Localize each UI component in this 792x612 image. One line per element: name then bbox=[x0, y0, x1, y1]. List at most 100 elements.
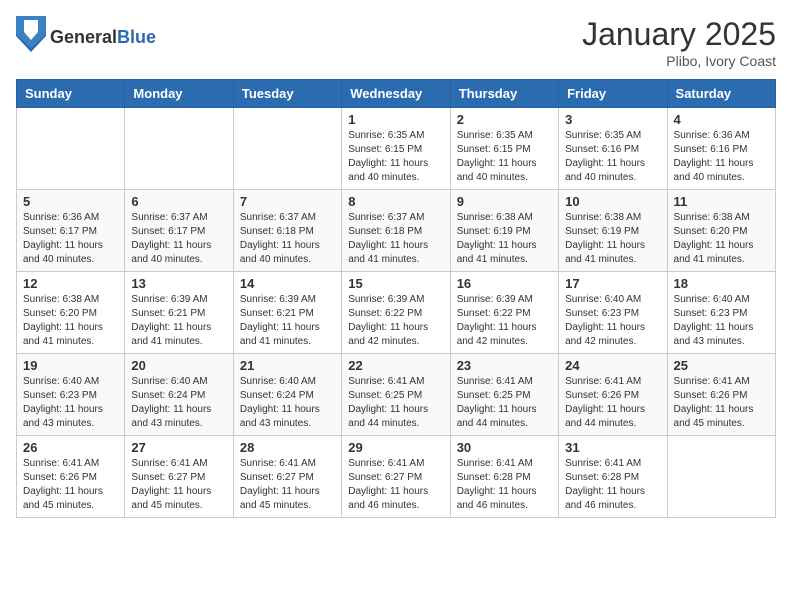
calendar-cell bbox=[233, 108, 341, 190]
day-number: 28 bbox=[240, 440, 335, 455]
day-number: 24 bbox=[565, 358, 660, 373]
day-info: Sunrise: 6:36 AMSunset: 6:17 PMDaylight:… bbox=[23, 211, 118, 267]
day-info: Sunrise: 6:41 AMSunset: 6:26 PMDaylight:… bbox=[674, 375, 769, 431]
calendar-cell: 16 Sunrise: 6:39 AMSunset: 6:22 PMDaylig… bbox=[450, 272, 558, 354]
day-number: 10 bbox=[565, 194, 660, 209]
day-info: Sunrise: 6:35 AMSunset: 6:15 PMDaylight:… bbox=[348, 129, 443, 185]
calendar-cell: 2 Sunrise: 6:35 AMSunset: 6:15 PMDayligh… bbox=[450, 108, 558, 190]
day-number: 17 bbox=[565, 276, 660, 291]
day-info: Sunrise: 6:41 AMSunset: 6:25 PMDaylight:… bbox=[457, 375, 552, 431]
day-info: Sunrise: 6:41 AMSunset: 6:25 PMDaylight:… bbox=[348, 375, 443, 431]
day-number: 5 bbox=[23, 194, 118, 209]
calendar-cell: 27 Sunrise: 6:41 AMSunset: 6:27 PMDaylig… bbox=[125, 436, 233, 518]
day-number: 9 bbox=[457, 194, 552, 209]
weekday-header: Saturday bbox=[667, 80, 775, 108]
day-number: 11 bbox=[674, 194, 769, 209]
day-info: Sunrise: 6:37 AMSunset: 6:18 PMDaylight:… bbox=[348, 211, 443, 267]
calendar-cell: 5 Sunrise: 6:36 AMSunset: 6:17 PMDayligh… bbox=[17, 190, 125, 272]
calendar-cell: 31 Sunrise: 6:41 AMSunset: 6:28 PMDaylig… bbox=[559, 436, 667, 518]
calendar-week-row: 12 Sunrise: 6:38 AMSunset: 6:20 PMDaylig… bbox=[17, 272, 776, 354]
day-info: Sunrise: 6:38 AMSunset: 6:19 PMDaylight:… bbox=[457, 211, 552, 267]
calendar-cell: 7 Sunrise: 6:37 AMSunset: 6:18 PMDayligh… bbox=[233, 190, 341, 272]
day-info: Sunrise: 6:41 AMSunset: 6:26 PMDaylight:… bbox=[23, 457, 118, 513]
calendar-week-row: 19 Sunrise: 6:40 AMSunset: 6:23 PMDaylig… bbox=[17, 354, 776, 436]
day-number: 30 bbox=[457, 440, 552, 455]
calendar-table: SundayMondayTuesdayWednesdayThursdayFrid… bbox=[16, 79, 776, 518]
calendar-cell: 9 Sunrise: 6:38 AMSunset: 6:19 PMDayligh… bbox=[450, 190, 558, 272]
calendar-cell: 25 Sunrise: 6:41 AMSunset: 6:26 PMDaylig… bbox=[667, 354, 775, 436]
day-info: Sunrise: 6:39 AMSunset: 6:21 PMDaylight:… bbox=[240, 293, 335, 349]
logo: General Blue bbox=[16, 16, 156, 57]
calendar-cell: 23 Sunrise: 6:41 AMSunset: 6:25 PMDaylig… bbox=[450, 354, 558, 436]
logo-blue: Blue bbox=[117, 28, 156, 46]
day-number: 8 bbox=[348, 194, 443, 209]
calendar-cell bbox=[17, 108, 125, 190]
page-header: General Blue January 2025 Plibo, Ivory C… bbox=[16, 16, 776, 69]
month-title: January 2025 bbox=[582, 16, 776, 53]
day-number: 20 bbox=[131, 358, 226, 373]
day-number: 14 bbox=[240, 276, 335, 291]
day-number: 23 bbox=[457, 358, 552, 373]
day-info: Sunrise: 6:41 AMSunset: 6:27 PMDaylight:… bbox=[131, 457, 226, 513]
day-info: Sunrise: 6:39 AMSunset: 6:21 PMDaylight:… bbox=[131, 293, 226, 349]
calendar-cell: 18 Sunrise: 6:40 AMSunset: 6:23 PMDaylig… bbox=[667, 272, 775, 354]
weekday-header: Monday bbox=[125, 80, 233, 108]
day-info: Sunrise: 6:37 AMSunset: 6:18 PMDaylight:… bbox=[240, 211, 335, 267]
calendar-cell bbox=[667, 436, 775, 518]
day-number: 25 bbox=[674, 358, 769, 373]
day-number: 27 bbox=[131, 440, 226, 455]
calendar-cell: 6 Sunrise: 6:37 AMSunset: 6:17 PMDayligh… bbox=[125, 190, 233, 272]
day-number: 3 bbox=[565, 112, 660, 127]
calendar-week-row: 5 Sunrise: 6:36 AMSunset: 6:17 PMDayligh… bbox=[17, 190, 776, 272]
day-info: Sunrise: 6:38 AMSunset: 6:19 PMDaylight:… bbox=[565, 211, 660, 267]
day-number: 1 bbox=[348, 112, 443, 127]
weekday-header: Thursday bbox=[450, 80, 558, 108]
day-info: Sunrise: 6:36 AMSunset: 6:16 PMDaylight:… bbox=[674, 129, 769, 185]
day-info: Sunrise: 6:40 AMSunset: 6:24 PMDaylight:… bbox=[240, 375, 335, 431]
day-number: 16 bbox=[457, 276, 552, 291]
day-number: 29 bbox=[348, 440, 443, 455]
day-info: Sunrise: 6:35 AMSunset: 6:16 PMDaylight:… bbox=[565, 129, 660, 185]
calendar-cell: 14 Sunrise: 6:39 AMSunset: 6:21 PMDaylig… bbox=[233, 272, 341, 354]
calendar-cell: 10 Sunrise: 6:38 AMSunset: 6:19 PMDaylig… bbox=[559, 190, 667, 272]
day-info: Sunrise: 6:39 AMSunset: 6:22 PMDaylight:… bbox=[348, 293, 443, 349]
calendar-cell: 21 Sunrise: 6:40 AMSunset: 6:24 PMDaylig… bbox=[233, 354, 341, 436]
location: Plibo, Ivory Coast bbox=[582, 53, 776, 69]
day-info: Sunrise: 6:40 AMSunset: 6:24 PMDaylight:… bbox=[131, 375, 226, 431]
day-info: Sunrise: 6:41 AMSunset: 6:27 PMDaylight:… bbox=[240, 457, 335, 513]
day-number: 22 bbox=[348, 358, 443, 373]
day-info: Sunrise: 6:40 AMSunset: 6:23 PMDaylight:… bbox=[23, 375, 118, 431]
calendar-cell: 15 Sunrise: 6:39 AMSunset: 6:22 PMDaylig… bbox=[342, 272, 450, 354]
day-number: 19 bbox=[23, 358, 118, 373]
calendar-cell: 30 Sunrise: 6:41 AMSunset: 6:28 PMDaylig… bbox=[450, 436, 558, 518]
calendar-week-row: 1 Sunrise: 6:35 AMSunset: 6:15 PMDayligh… bbox=[17, 108, 776, 190]
day-info: Sunrise: 6:39 AMSunset: 6:22 PMDaylight:… bbox=[457, 293, 552, 349]
calendar-cell: 20 Sunrise: 6:40 AMSunset: 6:24 PMDaylig… bbox=[125, 354, 233, 436]
day-info: Sunrise: 6:40 AMSunset: 6:23 PMDaylight:… bbox=[674, 293, 769, 349]
day-info: Sunrise: 6:35 AMSunset: 6:15 PMDaylight:… bbox=[457, 129, 552, 185]
title-area: January 2025 Plibo, Ivory Coast bbox=[582, 16, 776, 69]
calendar-cell: 3 Sunrise: 6:35 AMSunset: 6:16 PMDayligh… bbox=[559, 108, 667, 190]
day-number: 13 bbox=[131, 276, 226, 291]
day-number: 4 bbox=[674, 112, 769, 127]
calendar-cell: 8 Sunrise: 6:37 AMSunset: 6:18 PMDayligh… bbox=[342, 190, 450, 272]
calendar-cell bbox=[125, 108, 233, 190]
calendar-cell: 1 Sunrise: 6:35 AMSunset: 6:15 PMDayligh… bbox=[342, 108, 450, 190]
day-number: 12 bbox=[23, 276, 118, 291]
day-info: Sunrise: 6:41 AMSunset: 6:27 PMDaylight:… bbox=[348, 457, 443, 513]
day-number: 31 bbox=[565, 440, 660, 455]
calendar-cell: 17 Sunrise: 6:40 AMSunset: 6:23 PMDaylig… bbox=[559, 272, 667, 354]
calendar-cell: 28 Sunrise: 6:41 AMSunset: 6:27 PMDaylig… bbox=[233, 436, 341, 518]
day-info: Sunrise: 6:41 AMSunset: 6:28 PMDaylight:… bbox=[565, 457, 660, 513]
calendar-cell: 19 Sunrise: 6:40 AMSunset: 6:23 PMDaylig… bbox=[17, 354, 125, 436]
weekday-header: Wednesday bbox=[342, 80, 450, 108]
weekday-header: Sunday bbox=[17, 80, 125, 108]
logo-text: General Blue bbox=[50, 28, 156, 46]
calendar-cell: 4 Sunrise: 6:36 AMSunset: 6:16 PMDayligh… bbox=[667, 108, 775, 190]
weekday-header: Tuesday bbox=[233, 80, 341, 108]
calendar-cell: 13 Sunrise: 6:39 AMSunset: 6:21 PMDaylig… bbox=[125, 272, 233, 354]
calendar-week-row: 26 Sunrise: 6:41 AMSunset: 6:26 PMDaylig… bbox=[17, 436, 776, 518]
day-number: 26 bbox=[23, 440, 118, 455]
calendar-cell: 26 Sunrise: 6:41 AMSunset: 6:26 PMDaylig… bbox=[17, 436, 125, 518]
day-number: 2 bbox=[457, 112, 552, 127]
